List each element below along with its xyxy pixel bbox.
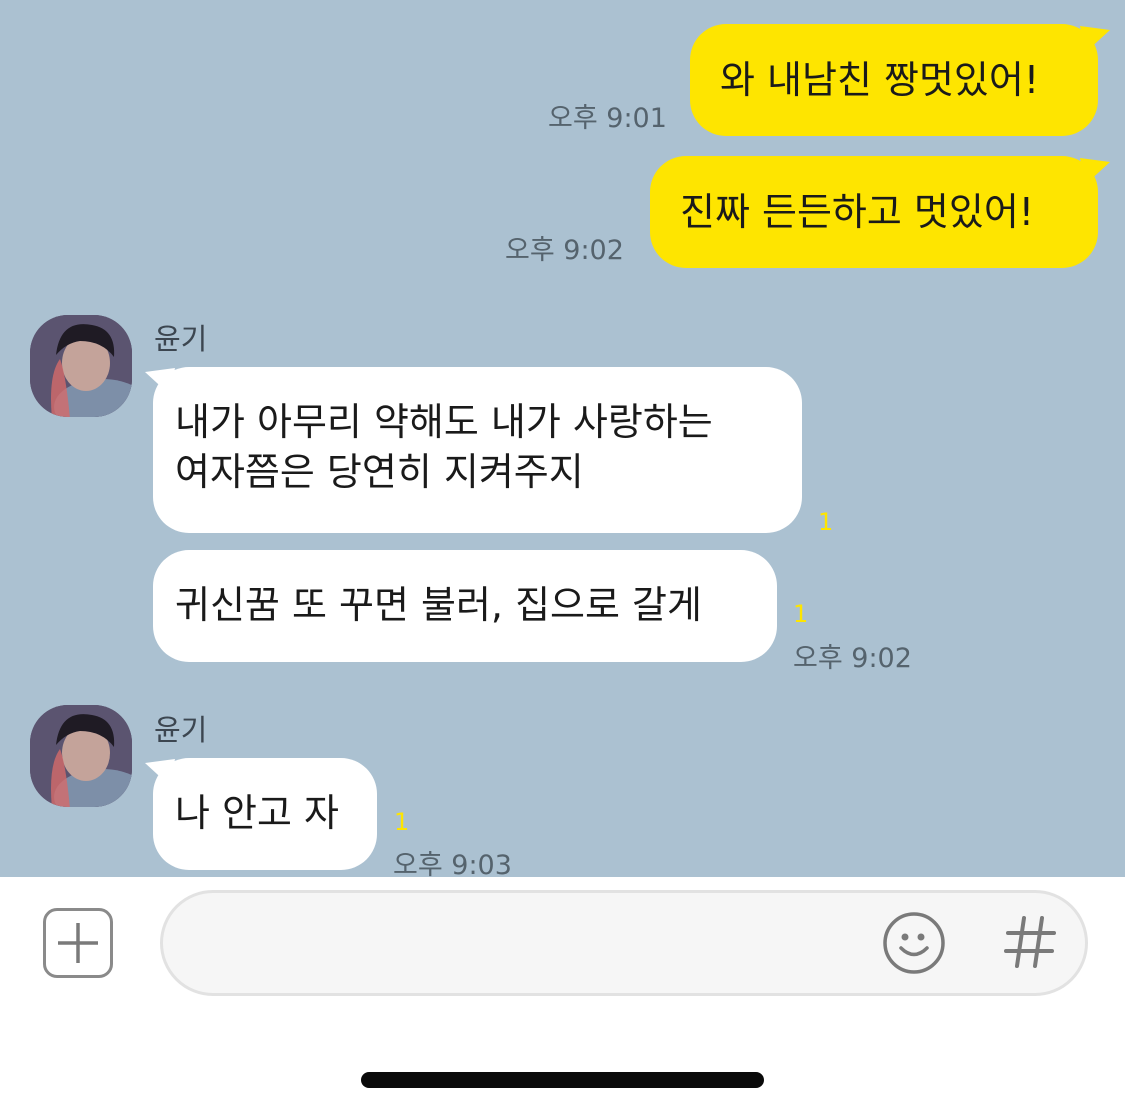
message-text: 진짜 든든하고 멋있어! — [680, 190, 1035, 234]
message-timestamp: 오후 9:03 — [393, 850, 512, 877]
home-indicator[interactable] — [361, 1072, 764, 1088]
message-text-line: 여자쯤은 당연히 지켜주지 — [175, 450, 584, 494]
their-message-bubble[interactable]: 내가 아무리 약해도 내가 사랑하는 여자쯤은 당연히 지켜주지 — [153, 367, 802, 533]
contact-avatar[interactable] — [30, 705, 132, 807]
message-text: 와 내남친 짱멋있어! — [720, 58, 1040, 102]
bubble-tail — [1080, 158, 1110, 184]
my-message-bubble[interactable]: 진짜 든든하고 멋있어! — [650, 156, 1098, 268]
message-text-line: 내가 아무리 약해도 내가 사랑하는 — [175, 400, 713, 444]
unread-count: 1 — [394, 808, 410, 836]
sender-name: 윤기 — [154, 322, 208, 356]
hashtag-icon[interactable] — [1000, 912, 1060, 972]
attach-button[interactable] — [43, 908, 113, 978]
unread-count: 1 — [818, 508, 834, 536]
their-message-bubble[interactable]: 나 안고 자 — [153, 758, 377, 870]
their-message-bubble[interactable]: 귀신꿈 또 꾸면 불러, 집으로 갈게 — [153, 550, 777, 662]
message-timestamp: 오후 9:02 — [793, 643, 912, 674]
message-text: 나 안고 자 — [175, 791, 339, 835]
smiley-icon[interactable] — [882, 911, 946, 975]
message-text: 귀신꿈 또 꾸면 불러, 집으로 갈게 — [175, 583, 702, 627]
message-input[interactable] — [160, 890, 1088, 996]
plus-icon — [58, 923, 98, 963]
bubble-tail — [1080, 26, 1110, 52]
bubble-tail — [145, 368, 175, 394]
message-timestamp: 오후 9:02 — [505, 235, 624, 266]
sender-name: 윤기 — [154, 713, 208, 747]
chat-area: 와 내남친 짱멋있어! 오후 9:01 진짜 든든하고 멋있어! 오후 9:02… — [0, 0, 1125, 877]
my-message-bubble[interactable]: 와 내남친 짱멋있어! — [690, 24, 1098, 136]
message-timestamp: 오후 9:01 — [548, 103, 667, 134]
contact-avatar[interactable] — [30, 315, 132, 417]
bubble-tail — [145, 759, 175, 785]
unread-count: 1 — [793, 600, 809, 628]
